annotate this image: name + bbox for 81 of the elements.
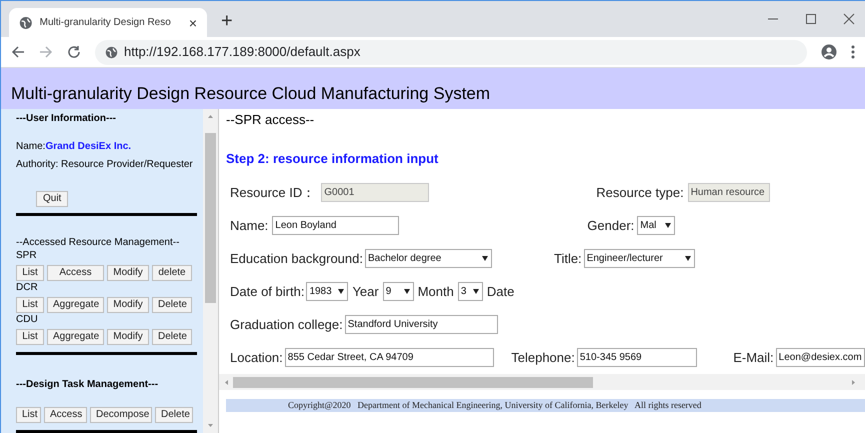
copyright-footer: Copyright@2020 Department of Mechanical Engineering, University of California, Berkeley All rights reserved xyxy=(226,399,865,412)
input-field[interactable]: Leon@desiex.com xyxy=(776,348,865,367)
caret-icon xyxy=(684,256,691,261)
input-field: G0001 xyxy=(321,183,430,202)
sidebar-button[interactable]: delete xyxy=(152,265,192,281)
dropdown[interactable]: Bachelor degree xyxy=(364,249,492,268)
field-label: Date xyxy=(486,282,514,301)
sidebar-button[interactable]: List xyxy=(16,265,44,281)
sidebar-button[interactable]: List xyxy=(16,297,44,313)
caret-icon xyxy=(482,256,488,261)
browser-tab[interactable]: Multi-granularity Design Reso × xyxy=(9,8,207,37)
sidebar-button[interactable]: Decompose xyxy=(90,407,152,423)
field-label: Resource type: xyxy=(596,184,684,202)
input-field[interactable]: 855 Cedar Street, CA 94709 xyxy=(284,348,494,367)
field-label: E-Mail: xyxy=(733,348,774,367)
sidebar-button[interactable]: Modify xyxy=(107,297,149,313)
close-icon[interactable] xyxy=(843,13,855,25)
field-label: Gender: xyxy=(587,216,634,235)
reload-icon[interactable] xyxy=(67,45,81,59)
field-label: Location: xyxy=(230,348,283,367)
user-name: Name:Grand DesiEx Inc. xyxy=(16,140,132,153)
sidebar-button[interactable]: Access xyxy=(47,265,104,281)
forward-icon[interactable] xyxy=(39,45,53,59)
scroll-thumb[interactable] xyxy=(233,376,593,388)
field-label: Education background: xyxy=(230,250,363,268)
address-bar[interactable]: http://192.168.177.189:8000/default.aspx xyxy=(95,40,807,64)
group-label: DCR xyxy=(16,281,39,294)
tab-title: Multi-granularity Design Reso xyxy=(40,16,172,30)
caret-icon xyxy=(338,289,344,294)
dropdown[interactable]: 1983 xyxy=(306,282,348,301)
globe-icon xyxy=(105,46,118,58)
sidebar-button[interactable]: Aggregate xyxy=(47,297,104,313)
scrollbar[interactable] xyxy=(203,109,218,433)
input-field[interactable]: Standford University xyxy=(344,315,498,334)
step-heading: Step 2: resource information input xyxy=(226,150,440,168)
globe-icon xyxy=(19,16,33,30)
dropdown[interactable]: 9 xyxy=(382,282,414,301)
menu-icon[interactable] xyxy=(851,45,855,59)
sidebar-button[interactable]: Modify xyxy=(107,265,149,281)
dropdown[interactable]: Engineer/lecturer xyxy=(584,249,695,268)
sidebar-button[interactable]: List xyxy=(16,407,41,423)
caret-icon xyxy=(665,223,672,228)
field-label: Resource ID： xyxy=(230,184,316,202)
scroll-thumb[interactable] xyxy=(205,133,216,303)
sidebar-button[interactable]: Aggregate xyxy=(47,329,104,345)
url-text: http://192.168.177.189:8000/default.aspx xyxy=(124,43,360,62)
sidebar-button[interactable]: Modify xyxy=(107,329,149,345)
new-tab-button[interactable]: + xyxy=(221,11,233,31)
sidebar-button[interactable]: Delete xyxy=(152,297,192,313)
input-field[interactable]: Leon Boyland xyxy=(272,216,400,235)
dropdown[interactable]: Mal xyxy=(637,216,676,235)
page-title: Multi-granularity Design Resource Cloud Manufacturing System xyxy=(11,82,490,104)
section-heading: --Accessed Resource Management-- xyxy=(16,236,180,249)
input-field[interactable]: 510-345 9569 xyxy=(576,348,698,367)
field-label: Year xyxy=(352,282,379,301)
sidebar-button[interactable]: Delete xyxy=(152,329,192,345)
caret-icon xyxy=(404,289,410,294)
close-tab-button[interactable]: × xyxy=(188,16,197,30)
group-label: SPR xyxy=(16,249,38,262)
horizontal-scrollbar[interactable] xyxy=(219,374,865,390)
field-label: Name: xyxy=(230,216,268,235)
back-icon[interactable] xyxy=(11,45,25,59)
input-field: Human resource xyxy=(688,183,770,202)
caret-icon xyxy=(472,289,479,294)
field-label: Telephone: xyxy=(511,348,575,367)
field-label: Title: xyxy=(554,250,582,268)
authority-text: Authority: Resource Provider/Requester xyxy=(16,158,194,171)
quit-button[interactable]: Quit xyxy=(36,191,68,207)
field-label: Month xyxy=(418,282,454,301)
section-heading: --SPR access-- xyxy=(226,111,316,129)
sidebar-button[interactable]: List xyxy=(16,329,44,345)
field-label: Date of birth: xyxy=(230,282,304,301)
field-label: Graduation college: xyxy=(230,316,343,334)
dropdown[interactable]: 3 xyxy=(458,282,483,301)
sidebar-button[interactable]: Access xyxy=(44,407,87,423)
section-heading: ---Design Task Management--- xyxy=(16,378,160,391)
sidebar-button[interactable]: Delete xyxy=(155,407,193,423)
account-icon[interactable] xyxy=(821,44,837,60)
group-label: CDU xyxy=(16,313,39,326)
maximize-icon[interactable] xyxy=(805,13,817,25)
section-heading: ---User Information--- xyxy=(16,112,117,125)
